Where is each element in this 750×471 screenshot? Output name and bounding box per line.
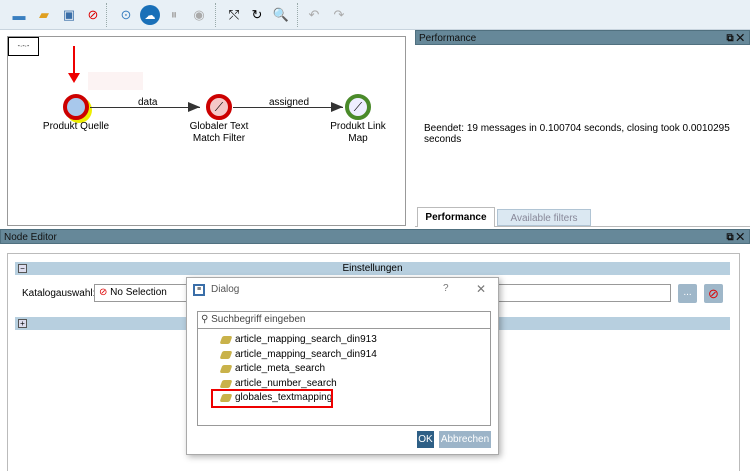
edge-arrow — [331, 102, 343, 112]
binoculars-icon: ⚲ — [201, 314, 209, 325]
close-button[interactable]: ✕ — [476, 282, 486, 296]
search-input[interactable]: ⚲ Suchbegriff eingeben — [197, 311, 491, 329]
cloud-icon[interactable]: ☁ — [140, 5, 160, 25]
book-icon — [219, 336, 233, 344]
open-folder-icon[interactable]: ▬ — [10, 6, 28, 24]
node-produkt-quelle[interactable] — [63, 94, 89, 120]
book-icon — [219, 350, 233, 359]
list-item-selected[interactable]: globales_textmapping — [211, 389, 333, 408]
panel-title: Performance — [419, 33, 477, 44]
ok-button[interactable]: OK — [417, 431, 434, 448]
graph-layout-icon[interactable]: ⤲ — [225, 6, 243, 24]
redo-icon[interactable]: ↷ — [330, 6, 348, 24]
book-icon — [219, 365, 233, 373]
list-item[interactable]: article_mapping_search_din913 — [215, 333, 490, 348]
toolbar: ▬ ▰ ▣ ⊘ ⊙ ☁ ⏸ ◉ ⤲ ↻ 🔍 ↶ ↷ — [0, 0, 750, 30]
browse-button[interactable]: ... — [678, 284, 697, 303]
list-item[interactable]: article_meta_search — [215, 362, 490, 377]
edge-arrow — [188, 102, 200, 112]
node-editor-header: Node Editor ⧉ ✕ — [0, 229, 750, 244]
zoom-select-icon[interactable]: 🔍 — [272, 6, 290, 24]
refresh-icon[interactable]: ↻ — [248, 6, 266, 24]
katalog-label: Katalogauswahl: — [22, 288, 96, 299]
node-globaler-text-match-filter[interactable]: ⟋ — [206, 94, 232, 120]
annotation-arrow — [73, 46, 75, 76]
clear-selection-button[interactable]: ⊘ — [704, 284, 723, 303]
performance-header: Performance ⧉ ✕ — [415, 30, 750, 45]
pause-icon[interactable]: ⏸ — [165, 6, 183, 24]
book-icon — [219, 379, 233, 388]
edge-label: assigned — [269, 97, 310, 108]
edge-label: data — [138, 97, 158, 108]
panel-controls-icon[interactable]: ⧉ ✕ — [726, 31, 744, 46]
panel-title: Node Editor — [4, 232, 57, 243]
arrow-head — [68, 73, 80, 83]
search-placeholder: Suchbegriff eingeben — [211, 314, 306, 325]
help-button[interactable]: ? — [443, 283, 449, 294]
node-label: Produkt Link Map — [330, 121, 386, 144]
performance-message: Beendet: 19 messages in 0.100704 seconds… — [424, 123, 730, 145]
list-item[interactable]: article_number_search — [215, 377, 490, 392]
undo-icon[interactable]: ↶ — [305, 6, 323, 24]
panel-controls-icon[interactable]: ⧉ ✕ — [726, 230, 744, 245]
dialog-icon: ≡ — [193, 284, 205, 296]
node-toolbar — [88, 72, 143, 90]
tab-available-filters[interactable]: Available filters — [497, 209, 591, 226]
dialog: ≡ Dialog ? ✕ ⚲ Suchbegriff eingeben arti… — [186, 277, 499, 455]
katalog-value: No Selection — [110, 287, 167, 298]
catalog-list[interactable]: article_mapping_search_din913 article_ma… — [197, 328, 491, 426]
list-item[interactable]: article_mapping_search_din914 — [215, 348, 490, 363]
tab-performance[interactable]: Performance — [417, 207, 495, 227]
cancel-button[interactable]: Abbrechen — [439, 431, 491, 448]
stop-icon[interactable]: ◉ — [190, 6, 208, 24]
dialog-title: Dialog — [211, 284, 240, 295]
play-icon[interactable]: ⊙ — [117, 6, 135, 24]
overview-map-icon[interactable]: -·-·- — [8, 37, 39, 56]
section-einstellungen[interactable]: − Einstellungen — [15, 262, 730, 275]
open-file-icon[interactable]: ▰ — [35, 6, 53, 24]
save-icon[interactable]: ▣ — [60, 6, 78, 24]
book-icon — [219, 394, 233, 402]
flow-canvas[interactable]: -·-·- Produkt Quelle data ⟋ Globaler Tex… — [7, 36, 406, 226]
stop-all-icon[interactable]: ⊘ — [84, 6, 102, 24]
node-produkt-link-map[interactable]: ⟋ — [345, 94, 371, 120]
no-selection-icon: ⊘ — [99, 287, 108, 298]
node-label: Globaler Text Match Filter — [189, 121, 249, 144]
node-label: Produkt Quelle — [42, 121, 110, 132]
